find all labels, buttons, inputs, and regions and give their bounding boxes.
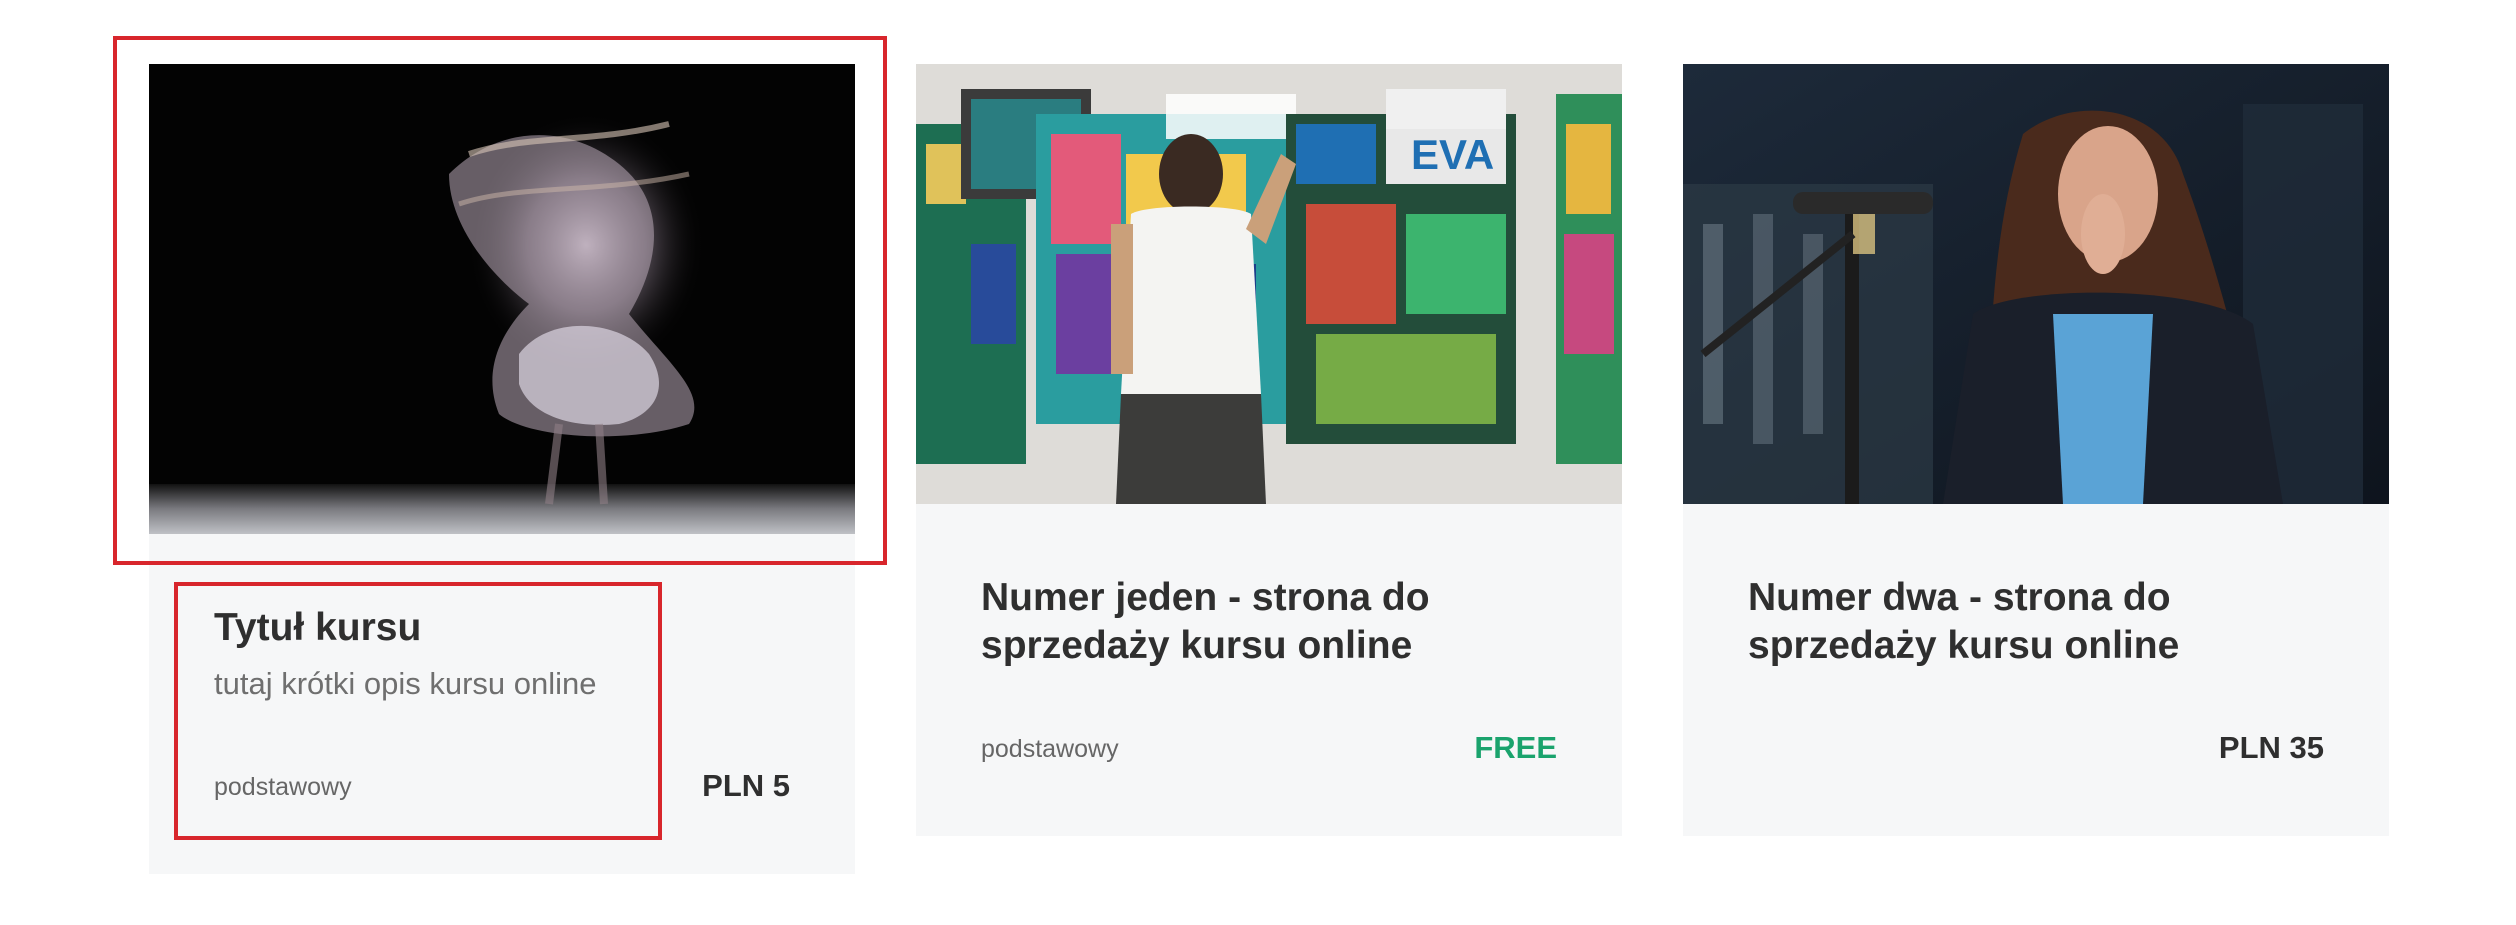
course-image-dancer[interactable] — [149, 64, 855, 534]
course-image-street-artist[interactable]: EVA — [916, 64, 1622, 504]
course-card-2[interactable]: EVA Numer jeden - strona do sprzedaży ku… — [916, 64, 1622, 836]
course-level: podstawowy — [981, 735, 1119, 763]
course-title[interactable]: Tytuł kursu — [214, 604, 814, 652]
svg-text:EVA: EVA — [1411, 131, 1494, 178]
course-level: podstawowy — [214, 773, 352, 801]
course-price: PLN 35 — [2218, 730, 2324, 765]
course-image-singer[interactable] — [1683, 64, 2389, 504]
course-price: PLN 5 — [702, 768, 790, 803]
course-title[interactable]: Numer dwa - strona do sprzedaży kursu on… — [1748, 574, 2348, 670]
course-price: FREE — [1474, 730, 1557, 765]
course-description: tutaj krótki opis kursu online — [214, 666, 597, 701]
course-card-3[interactable]: Numer dwa - strona do sprzedaży kursu on… — [1683, 64, 2389, 836]
course-card-1[interactable]: Tytuł kursu tutaj krótki opis kursu onli… — [149, 64, 855, 874]
course-title[interactable]: Numer jeden - strona do sprzedaży kursu … — [981, 574, 1581, 670]
